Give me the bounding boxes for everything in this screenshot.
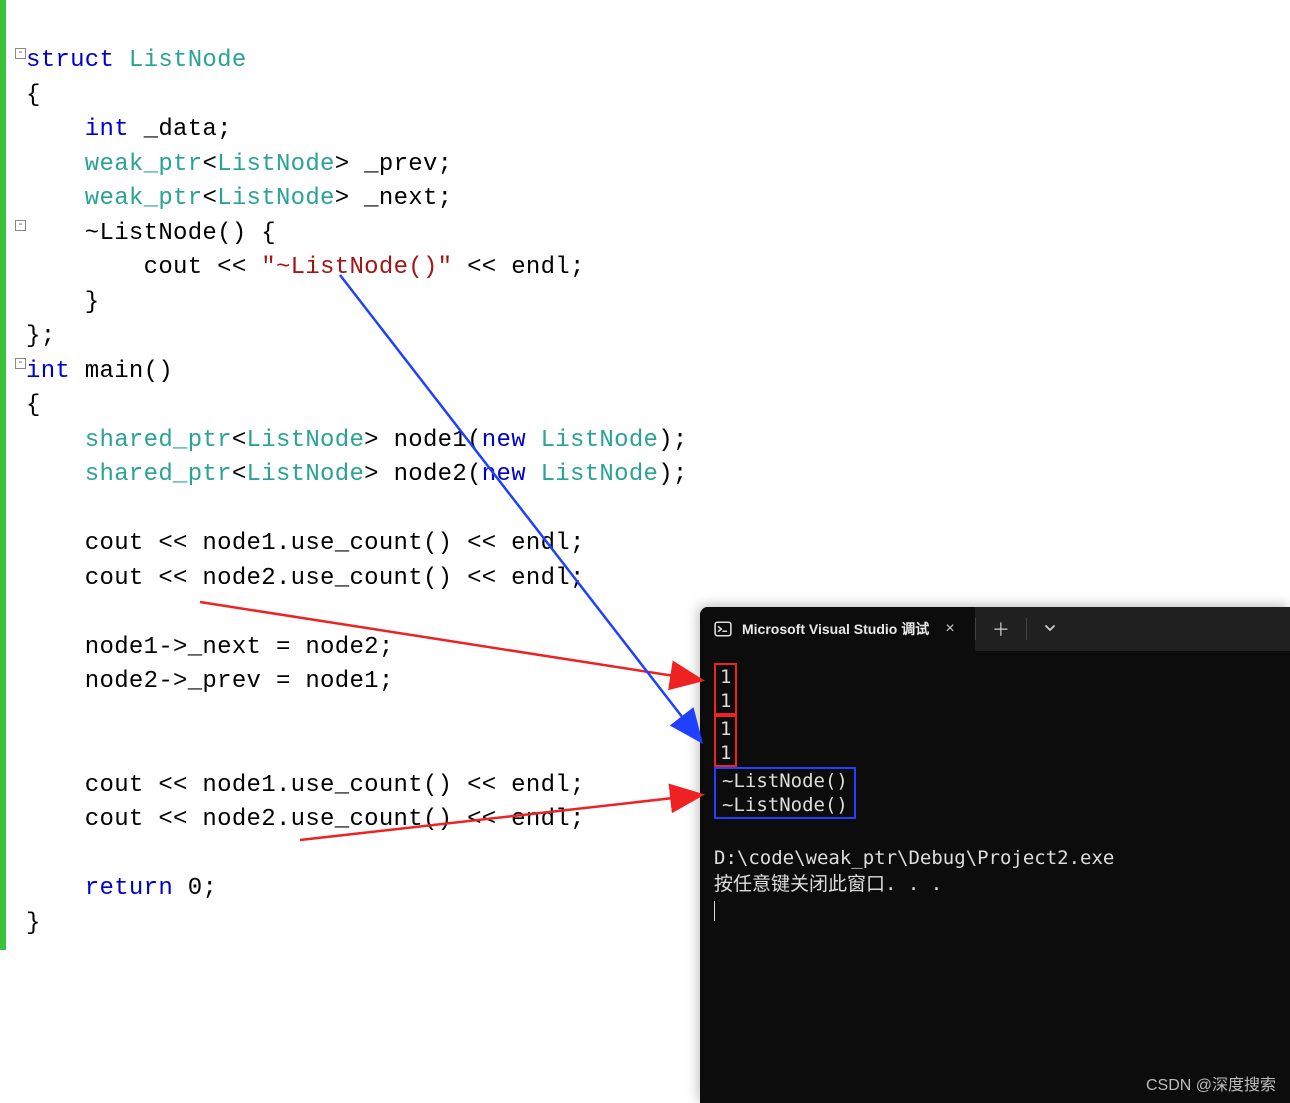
code-token: > node2( bbox=[364, 461, 482, 488]
output-line: ~ListNode() bbox=[722, 794, 848, 816]
code-type: ListNode bbox=[541, 427, 659, 454]
terminal-output[interactable]: 1 1 1 1 ~ListNode() ~ListNode() D:\code\… bbox=[714, 663, 1290, 1103]
terminal-cursor bbox=[714, 901, 715, 921]
code-type: ListNode bbox=[541, 461, 659, 488]
output-line: 1 bbox=[720, 690, 731, 712]
code-token: { bbox=[26, 82, 41, 109]
code-type: weak_ptr bbox=[26, 151, 202, 178]
fold-toggle-icon[interactable]: - bbox=[15, 358, 26, 369]
code-token: } bbox=[26, 289, 100, 316]
chevron-down-icon bbox=[1043, 619, 1057, 640]
code-line: node1->_next = node2; bbox=[26, 634, 394, 661]
code-string: "~ListNode()" bbox=[261, 254, 452, 281]
new-tab-button[interactable]: ＋ bbox=[976, 607, 1026, 651]
code-line: cout << node1.use_count() << endl; bbox=[26, 530, 585, 557]
output-line: ~ListNode() bbox=[722, 770, 848, 792]
output-press-key: 按任意键关闭此窗口. . . bbox=[714, 873, 942, 895]
code-token: ~ListNode() { bbox=[26, 220, 276, 247]
code-type: ListNode bbox=[129, 47, 247, 74]
output-destructors: ~ListNode() ~ListNode() bbox=[714, 767, 856, 819]
code-type: ListNode bbox=[217, 185, 335, 212]
terminal-tab[interactable]: Microsoft Visual Studio 调试 × bbox=[700, 607, 975, 651]
close-tab-icon[interactable]: × bbox=[939, 620, 961, 638]
output-path: D:\code\weak_ptr\Debug\Project2.exe bbox=[714, 847, 1114, 869]
code-type: ListNode bbox=[217, 151, 335, 178]
code-type: shared_ptr bbox=[26, 461, 232, 488]
code-type: shared_ptr bbox=[26, 427, 232, 454]
fold-toggle-icon[interactable]: - bbox=[15, 48, 26, 59]
code-line: cout << node1.use_count() << endl; bbox=[26, 772, 585, 799]
code-type: ListNode bbox=[247, 461, 365, 488]
output-group-2: 1 1 bbox=[714, 715, 737, 767]
code-token bbox=[526, 461, 541, 488]
output-line: 1 bbox=[720, 718, 731, 740]
code-keyword: int bbox=[26, 116, 129, 143]
code-token: > _next; bbox=[335, 185, 453, 212]
code-token: cout << bbox=[26, 254, 261, 281]
code-token: }; bbox=[26, 323, 55, 350]
output-line: 1 bbox=[720, 742, 731, 764]
terminal-tab-label: Microsoft Visual Studio 调试 bbox=[742, 619, 929, 639]
code-token: 0 bbox=[173, 875, 202, 902]
code-keyword: new bbox=[482, 427, 526, 454]
code-keyword: int bbox=[26, 358, 70, 385]
code-keyword: struct bbox=[26, 47, 114, 74]
code-line: node2->_prev = node1; bbox=[26, 668, 394, 695]
code-keyword: return bbox=[26, 875, 173, 902]
terminal-icon bbox=[714, 620, 732, 638]
code-token: ; bbox=[202, 875, 217, 902]
code-token: > _prev; bbox=[335, 151, 453, 178]
code-line: cout << node2.use_count() << endl; bbox=[26, 565, 585, 592]
watermark: CSDN @深度搜索 bbox=[1146, 1071, 1276, 1095]
output-group-1: 1 1 bbox=[714, 663, 737, 715]
code-token: > node1( bbox=[364, 427, 482, 454]
code-type: weak_ptr bbox=[26, 185, 202, 212]
code-token bbox=[526, 427, 541, 454]
code-token: << endl; bbox=[452, 254, 584, 281]
fold-toggle-icon[interactable]: - bbox=[15, 220, 26, 231]
code-keyword: new bbox=[482, 461, 526, 488]
terminal-titlebar[interactable]: Microsoft Visual Studio 调试 × ＋ bbox=[700, 607, 1290, 651]
source-code[interactable]: struct ListNode { int _data; weak_ptr<Li… bbox=[26, 44, 688, 941]
debug-console-window[interactable]: Microsoft Visual Studio 调试 × ＋ 1 1 1 1 ~… bbox=[700, 607, 1290, 1103]
code-type: ListNode bbox=[247, 427, 365, 454]
fold-gutter: - - - bbox=[6, 0, 26, 1103]
code-token: } bbox=[26, 910, 41, 937]
code-token: main() bbox=[70, 358, 173, 385]
code-token: ); bbox=[658, 427, 687, 454]
output-line: 1 bbox=[720, 666, 731, 688]
code-token: ); bbox=[658, 461, 687, 488]
code-token: { bbox=[26, 392, 41, 419]
code-line: cout << node2.use_count() << endl; bbox=[26, 806, 585, 833]
code-token: _data; bbox=[129, 116, 232, 143]
tab-dropdown-button[interactable] bbox=[1027, 607, 1073, 651]
